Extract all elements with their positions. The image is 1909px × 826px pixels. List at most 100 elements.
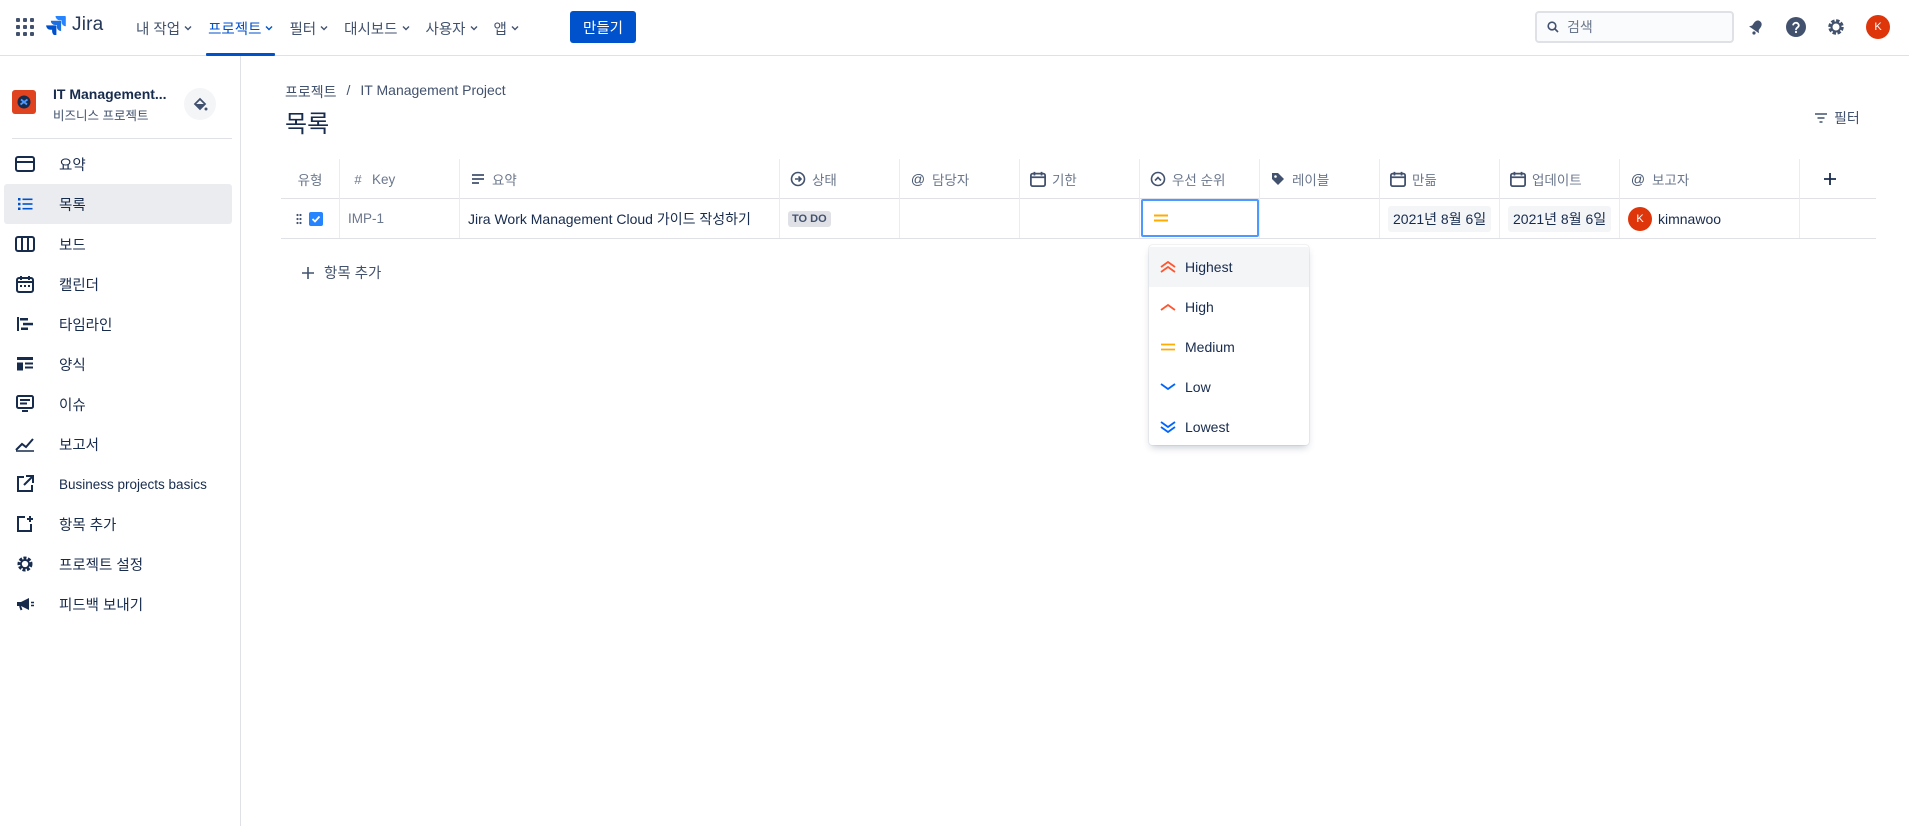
created-date: 2021년 8월 6일 xyxy=(1388,205,1492,232)
priority-dropdown: Highest High Medium Low Lowest xyxy=(1149,245,1309,445)
settings-icon xyxy=(14,553,36,575)
jira-logo[interactable]: Jira xyxy=(46,14,103,36)
column-assignee[interactable]: @ 담당자 xyxy=(900,159,1020,199)
sidebar-item-label: 프로젝트 설정 xyxy=(59,557,144,574)
nav-people[interactable]: 사용자 xyxy=(418,0,486,56)
priority-option-lowest[interactable]: Lowest xyxy=(1149,407,1309,447)
at-sign-icon: @ xyxy=(910,171,926,187)
nav-apps[interactable]: 앱 xyxy=(486,0,527,56)
breadcrumb-current-project[interactable]: IT Management Project xyxy=(360,82,505,102)
priority-option-low[interactable]: Low xyxy=(1149,367,1309,407)
sidebar-item-add-item[interactable]: 항목 추가 xyxy=(4,504,232,544)
sidebar-item-project-settings[interactable]: 프로젝트 설정 xyxy=(4,544,232,584)
project-theme-button[interactable] xyxy=(184,88,216,120)
cell-due-date[interactable] xyxy=(1020,199,1140,238)
nav-projects[interactable]: 프로젝트 xyxy=(200,0,281,56)
nav-your-work[interactable]: 내 작업 xyxy=(128,0,200,56)
drag-handle-icon[interactable] xyxy=(296,213,302,225)
issue-key[interactable]: IMP-1 xyxy=(348,211,384,226)
chevron-down-icon xyxy=(265,26,273,31)
reporter-avatar[interactable]: K xyxy=(1628,206,1652,231)
priority-option-high[interactable]: High xyxy=(1149,287,1309,327)
column-reporter[interactable]: @ 보고자 xyxy=(1620,159,1800,199)
timeline-icon xyxy=(14,313,36,335)
sidebar-item-board[interactable]: 보드 xyxy=(4,224,232,264)
status-badge[interactable]: TO DO xyxy=(788,210,831,227)
sidebar-item-forms[interactable]: 양식 xyxy=(4,344,232,384)
sidebar-item-send-feedback[interactable]: 피드백 보내기 xyxy=(4,584,232,624)
nav-filters[interactable]: 필터 xyxy=(281,0,336,56)
list-icon xyxy=(14,193,36,215)
sidebar-item-business-basics[interactable]: Business projects basics xyxy=(4,464,232,504)
priority-option-highest[interactable]: Highest xyxy=(1149,247,1309,287)
column-label: 만듦 xyxy=(1412,173,1437,188)
cell-summary[interactable]: Jira Work Management Cloud 가이드 작성하기 xyxy=(460,199,780,238)
sidebar-item-reports[interactable]: 보고서 xyxy=(4,424,232,464)
notifications-icon[interactable] xyxy=(1744,15,1768,39)
column-key[interactable]: # Key xyxy=(340,159,460,199)
project-avatar-icon[interactable] xyxy=(12,90,36,114)
sidebar-nav: 요약 목록 보드 캘린더 타임라인 양식 이슈 보고서 Business pro… xyxy=(4,144,232,624)
app-switcher-icon[interactable] xyxy=(16,18,34,36)
column-type[interactable]: 유형 xyxy=(281,159,340,199)
sidebar-item-issues[interactable]: 이슈 xyxy=(4,384,232,424)
column-label: 요약 xyxy=(492,173,517,188)
at-sign-icon: @ xyxy=(1630,171,1646,187)
search-input[interactable]: 검색 xyxy=(1535,11,1734,43)
sidebar-item-label: 보드 xyxy=(59,237,86,254)
help-icon[interactable] xyxy=(1784,15,1808,39)
cell-labels[interactable] xyxy=(1260,199,1380,238)
column-due-date[interactable]: 기한 xyxy=(1020,159,1140,199)
task-type-icon[interactable] xyxy=(308,211,324,227)
nav-label: 사용자 xyxy=(425,21,466,38)
create-button[interactable]: 만들기 xyxy=(570,11,636,43)
column-labels[interactable]: 레이블 xyxy=(1260,159,1380,199)
cell-reporter[interactable]: K kimnawoo xyxy=(1620,199,1800,238)
nav-label: 대시보드 xyxy=(344,21,398,38)
issue-summary[interactable]: Jira Work Management Cloud 가이드 작성하기 xyxy=(468,209,751,229)
cell-key[interactable]: IMP-1 xyxy=(340,199,460,238)
filter-button[interactable]: 필터 xyxy=(1814,108,1860,128)
breadcrumb-projects[interactable]: 프로젝트 xyxy=(285,82,337,102)
cell-updated[interactable]: 2021년 8월 6일 xyxy=(1500,199,1620,238)
add-column-button[interactable] xyxy=(1800,159,1860,199)
column-label: 레이블 xyxy=(1292,173,1330,188)
settings-icon[interactable] xyxy=(1824,15,1848,39)
sidebar-item-label: 목록 xyxy=(59,197,86,214)
priority-option-label: Highest xyxy=(1185,259,1233,275)
priority-option-medium[interactable]: Medium xyxy=(1149,327,1309,367)
priority-highest-icon xyxy=(1159,259,1177,275)
priority-low-icon xyxy=(1159,379,1177,395)
search-placeholder: 검색 xyxy=(1567,19,1593,35)
column-created[interactable]: 만듦 xyxy=(1380,159,1500,199)
project-type: 비즈니스 프로젝트 xyxy=(53,109,149,123)
sidebar-item-timeline[interactable]: 타임라인 xyxy=(4,304,232,344)
project-name[interactable]: IT Management... xyxy=(53,86,183,102)
sidebar-item-list[interactable]: 목록 xyxy=(4,184,232,224)
column-updated[interactable]: 업데이트 xyxy=(1500,159,1620,199)
priority-medium-icon xyxy=(1159,339,1177,355)
nav-label: 내 작업 xyxy=(136,21,181,38)
search-icon xyxy=(1547,21,1559,33)
user-avatar[interactable]: K xyxy=(1866,15,1890,39)
nav-dashboards[interactable]: 대시보드 xyxy=(336,0,417,56)
sidebar-item-summary[interactable]: 요약 xyxy=(4,144,232,184)
sidebar-item-label: 요약 xyxy=(59,157,86,174)
priority-select[interactable] xyxy=(1141,199,1259,237)
calendar-icon xyxy=(1390,171,1406,187)
cell-assignee[interactable] xyxy=(900,199,1020,238)
column-status[interactable]: 상태 xyxy=(780,159,900,199)
page-title: 목록 xyxy=(285,111,330,138)
column-priority[interactable]: 우선 순위 xyxy=(1140,159,1260,199)
column-label: 담당자 xyxy=(932,173,970,188)
column-summary[interactable]: 요약 xyxy=(460,159,780,199)
external-link-icon xyxy=(14,473,36,495)
cell-status[interactable]: TO DO xyxy=(780,199,900,238)
cell-created[interactable]: 2021년 8월 6일 xyxy=(1380,199,1500,238)
column-label: 상태 xyxy=(812,173,837,188)
sidebar-item-calendar[interactable]: 캘린더 xyxy=(4,264,232,304)
updated-date: 2021년 8월 6일 xyxy=(1508,205,1612,232)
top-navigation: Jira 내 작업 프로젝트 필터 대시보드 사용자 앱 만들기 검색 K xyxy=(0,0,1909,56)
add-item-button[interactable]: 항목 추가 xyxy=(302,262,381,283)
table-row[interactable]: IMP-1 Jira Work Management Cloud 가이드 작성하… xyxy=(281,199,1876,239)
